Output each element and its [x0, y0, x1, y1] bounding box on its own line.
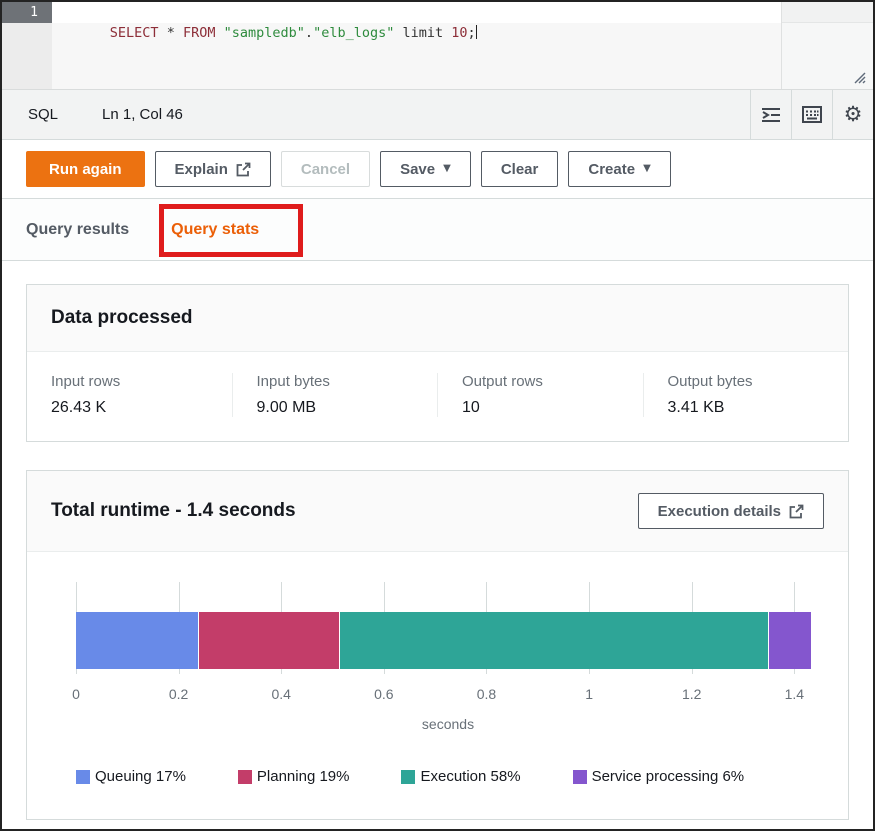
keyboard-shortcuts-button[interactable] [791, 90, 832, 139]
resize-handle-icon[interactable] [852, 70, 866, 84]
code-line-text: SELECT * FROM "sampledb"."elb_logs" limi… [110, 25, 476, 41]
data-processed-title: Data processed [51, 307, 193, 329]
query-stats-content: Data processed Input rows 26.43 K Input … [2, 261, 873, 820]
legend-item-queuing: Queuing 17% [76, 768, 186, 785]
format-sql-button[interactable] [750, 90, 791, 139]
sql-editor[interactable]: 1 SELECT * FROM "sampledb"."elb_logs" li… [2, 2, 873, 90]
legend-item-execution: Execution 58% [401, 768, 520, 785]
legend-item-service-processing: Service processing 6% [573, 768, 745, 785]
stat-input-bytes: Input bytes 9.00 MB [232, 373, 438, 417]
legend-label: Planning 19% [257, 768, 350, 785]
language-indicator: SQL [28, 106, 58, 123]
stat-output-bytes: Output bytes 3.41 KB [643, 373, 849, 417]
stacked-bar [76, 612, 820, 669]
legend-label: Execution 58% [420, 768, 520, 785]
legend-swatch [573, 770, 587, 784]
create-dropdown-button[interactable]: Create ▼ [568, 151, 670, 187]
text-cursor [476, 25, 477, 39]
x-axis-title: seconds [51, 716, 820, 732]
editor-gutter: 1 [2, 2, 52, 89]
external-link-icon [236, 162, 251, 177]
data-processed-card: Data processed Input rows 26.43 K Input … [26, 284, 849, 442]
chevron-down-icon: ▼ [643, 164, 651, 174]
cancel-button: Cancel [281, 151, 370, 187]
scrollbar-thumb[interactable] [782, 2, 873, 23]
results-tab-bar: Query results Query stats [2, 199, 873, 261]
tick-label: 1 [585, 686, 593, 702]
line-number: 1 [2, 2, 52, 23]
editor-status-bar: SQL Ln 1, Col 46 [2, 90, 873, 140]
settings-gear-icon: ⚙ [844, 104, 863, 125]
total-runtime-card: Total runtime - 1.4 seconds Execution de… [26, 470, 849, 820]
code-line[interactable]: SELECT * FROM "sampledb"."elb_logs" limi… [52, 2, 785, 23]
stat-output-rows: Output rows 10 [437, 373, 643, 417]
tab-query-results[interactable]: Query results [26, 221, 129, 239]
tab-query-stats[interactable]: Query stats [171, 221, 259, 239]
format-sql-icon [761, 107, 781, 123]
bar-segment-planning [199, 612, 340, 669]
legend-label: Service processing 6% [592, 768, 745, 785]
external-link-icon [789, 504, 804, 519]
tick-label: 0 [72, 686, 80, 702]
legend-item-planning: Planning 19% [238, 768, 350, 785]
legend-label: Queuing 17% [95, 768, 186, 785]
legend-swatch [238, 770, 252, 784]
tick-label: 1.4 [785, 686, 804, 702]
chart-legend: Queuing 17% Planning 19% Execution 58% Serv… [76, 768, 820, 785]
keyboard-shortcuts-icon [802, 106, 822, 123]
tick-label: 0.6 [374, 686, 393, 702]
tick-label: 0.8 [477, 686, 496, 702]
bar-segment-queuing [76, 612, 199, 669]
explain-button[interactable]: Explain [155, 151, 271, 187]
run-again-button[interactable]: Run again [26, 151, 145, 187]
athena-query-editor-panel: 1 SELECT * FROM "sampledb"."elb_logs" li… [0, 0, 875, 831]
tick-label: 0.4 [272, 686, 291, 702]
tick-label: 1.2 [682, 686, 701, 702]
query-action-toolbar: Run again Explain Cancel Save ▼ Clear Cr… [2, 140, 873, 199]
chevron-down-icon: ▼ [443, 164, 451, 174]
cursor-position: Ln 1, Col 46 [102, 106, 183, 123]
total-runtime-title: Total runtime - 1.4 seconds [51, 500, 296, 522]
save-dropdown-button[interactable]: Save ▼ [380, 151, 471, 187]
editor-settings-button[interactable]: ⚙ [832, 90, 873, 139]
legend-swatch [76, 770, 90, 784]
clear-button[interactable]: Clear [481, 151, 559, 187]
bar-segment-execution [340, 612, 768, 669]
legend-swatch [401, 770, 415, 784]
stat-input-rows: Input rows 26.43 K [27, 373, 232, 417]
bar-segment-service-processing [769, 612, 813, 669]
x-axis-tick-labels: 00.20.40.60.811.21.4 [76, 686, 820, 706]
runtime-chart: 0 0.2 0.4 0.6 0.8 1 1.2 1.4 seconds Queuing 17%… [27, 552, 848, 819]
data-processed-stats: Input rows 26.43 K Input bytes 9.00 MB O… [27, 352, 848, 441]
tick-label: 0.2 [169, 686, 188, 702]
execution-details-button[interactable]: Execution details [638, 493, 824, 529]
runtime-plot-area [76, 582, 820, 674]
